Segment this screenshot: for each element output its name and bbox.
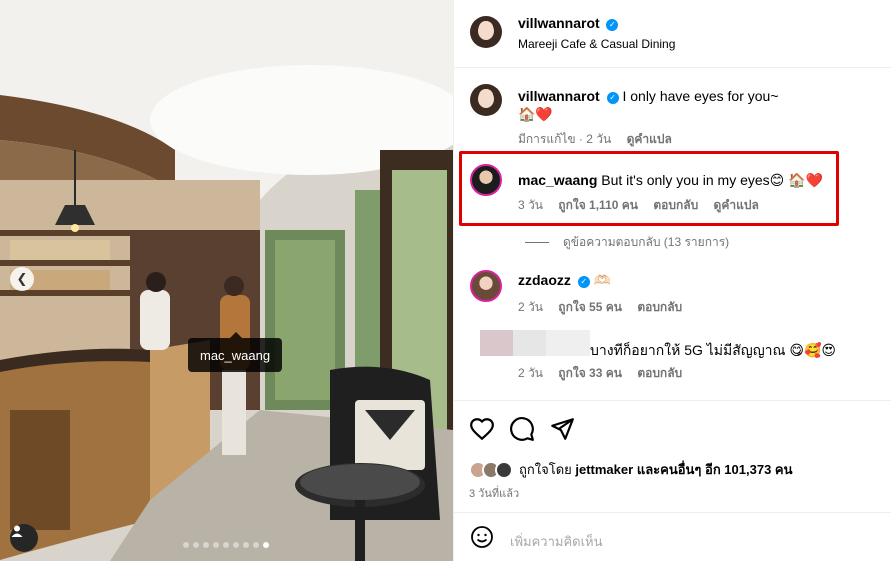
post-details-panel: villwannarot ✓ Mareeji Cafe & Casual Din… [453, 0, 891, 561]
blurred-username [480, 330, 590, 356]
comment-item: zzdaozz ✓ 🫶🏻 2 วัน ถูกใจ 55 คน ตอบกลับ [454, 268, 891, 318]
carousel-indicator [183, 542, 269, 548]
post-time[interactable]: 3 วันที่แล้ว [469, 484, 519, 502]
comment-input[interactable]: เพิ่มความคิดเห็น [510, 531, 603, 552]
comment-meta: 2 วัน ถูกใจ 55 คน ตอบกลับ [518, 298, 682, 317]
caption-translate-link[interactable]: ดูคำแปล [627, 132, 672, 146]
verified-badge-icon: ✓ [606, 92, 619, 104]
likes-summary: ถูกใจโดย jettmaker และคนอื่นๆ อีก 101,37… [469, 459, 793, 480]
post-location[interactable]: Mareeji Cafe & Casual Dining [518, 37, 675, 51]
show-tags-button[interactable] [10, 524, 38, 552]
comment-likes-link[interactable]: ถูกใจ 33 คน [558, 366, 622, 380]
liker-username[interactable]: jettmaker [575, 462, 633, 477]
highlight-box [459, 151, 839, 226]
caption-edited: มีการแก้ไข · 2 วัน [518, 132, 612, 146]
verified-badge-icon: ✓ [606, 19, 619, 31]
post-actions: ถูกใจโดย jettmaker และคนอื่นๆ อีก 101,37… [454, 400, 891, 510]
carousel-dot [203, 542, 209, 548]
person-icon [11, 525, 23, 537]
divider-line [525, 242, 549, 243]
carousel-dot [183, 542, 189, 548]
comment-likes-link[interactable]: ถูกใจ 55 คน [558, 300, 622, 314]
carousel-prev-button[interactable]: ❮ [10, 267, 34, 291]
reply-button[interactable]: ตอบกลับ [637, 366, 682, 380]
likes-others-link[interactable]: และคนอื่นๆ อีก 101,373 คน [637, 459, 793, 480]
comment-meta: 2 วัน ถูกใจ 33 คน ตอบกลับ [518, 364, 682, 383]
carousel-dot [243, 542, 249, 548]
author-avatar[interactable] [470, 16, 502, 48]
verified-badge-icon: ✓ [577, 276, 590, 288]
carousel-dot [263, 542, 269, 548]
user-tag-label[interactable]: mac_waang [188, 332, 283, 372]
comment-text-line: zzdaozz ✓ 🫶🏻 [518, 272, 611, 289]
carousel-dot [213, 542, 219, 548]
paper-plane-icon[interactable] [549, 416, 575, 442]
author-line: villwannarot ✓ [518, 15, 619, 31]
comment-avatar[interactable] [470, 270, 502, 302]
carousel-dot [223, 542, 229, 548]
post-photo[interactable]: ❮ mac_waang [0, 0, 453, 561]
post-header: villwannarot ✓ Mareeji Cafe & Casual Din… [454, 0, 891, 68]
comment-text: บางทีก็อยากให้ 5G ไม่มีสัญญาณ 😋🥰😍 [590, 342, 837, 358]
caption-avatar[interactable] [470, 84, 502, 116]
add-comment-bar: เพิ่มความคิดเห็น [454, 512, 891, 561]
caption-text: I only have eyes for you~ [622, 88, 779, 104]
comment-text: 🫶🏻 [593, 272, 612, 288]
reply-button[interactable]: ตอบกลับ [637, 300, 682, 314]
caption: villwannarot ✓ I only have eyes for you~… [454, 84, 891, 150]
caption-username[interactable]: villwannarot [518, 88, 600, 104]
caption-text-line: villwannarot ✓ I only have eyes for you~ [518, 88, 779, 104]
comment-username[interactable]: zzdaozz [518, 272, 571, 288]
carousel-dot [233, 542, 239, 548]
comment-bubble-icon[interactable] [509, 416, 535, 442]
carousel-dot [253, 542, 259, 548]
chevron-left-icon: ❮ [16, 271, 28, 286]
author-username[interactable]: villwannarot [518, 15, 600, 31]
view-replies-label: ดูข้อความตอบกลับ (13 รายการ) [563, 235, 730, 249]
instagram-post-modal: ❮ mac_waang villwannarot ✓ Mareeji Cafe … [0, 0, 891, 561]
comment-age: 2 วัน [518, 366, 543, 380]
comment-item: บางทีก็อยากให้ 5G ไม่มีสัญญาณ 😋🥰😍 2 วัน … [454, 330, 891, 384]
likes-prefix: ถูกใจโดย [519, 462, 572, 477]
view-replies-button[interactable]: ดูข้อความตอบกลับ (13 รายการ) [525, 233, 729, 252]
caption-emoji: 🏠❤️ [518, 106, 553, 122]
comment-age: 2 วัน [518, 300, 543, 314]
smiley-icon[interactable] [470, 525, 494, 549]
tagged-username: mac_waang [200, 347, 271, 363]
caption-meta: มีการแก้ไข · 2 วัน ดูคำแปล [518, 130, 672, 149]
carousel-dot [193, 542, 199, 548]
cafe-interior-image [0, 0, 453, 561]
liker-avatars [469, 460, 513, 479]
heart-icon[interactable] [469, 416, 495, 442]
